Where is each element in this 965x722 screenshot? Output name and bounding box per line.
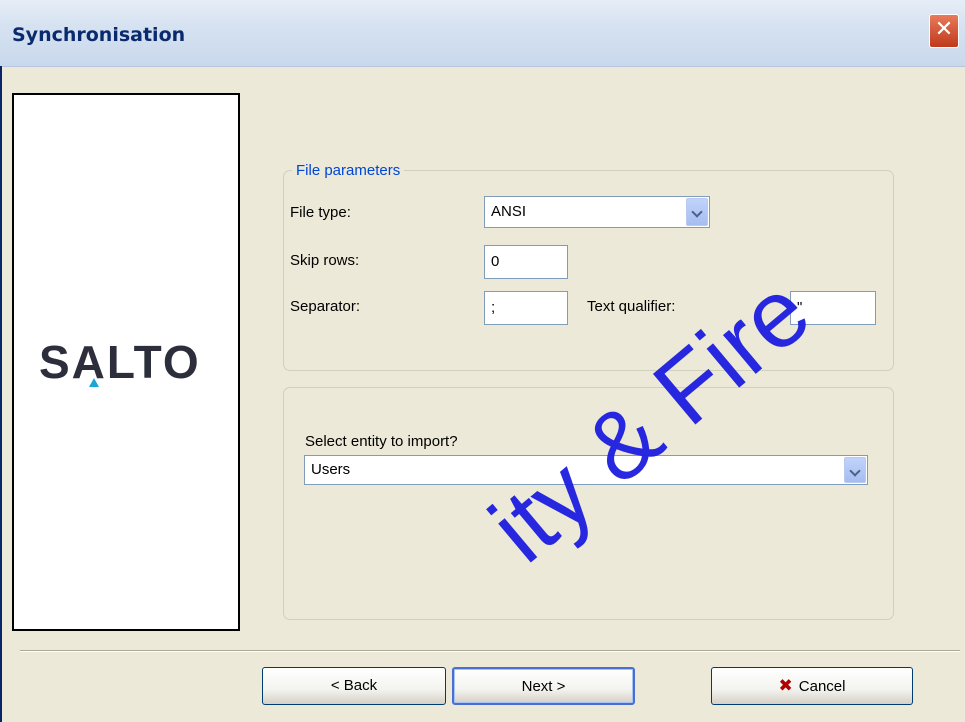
footer-divider [20, 650, 960, 652]
cancel-label: Cancel [798, 678, 846, 695]
file-parameters-legend: File parameters [292, 162, 405, 179]
logo-panel: SALTO [12, 93, 240, 631]
separator-label: Separator: [290, 298, 361, 315]
entity-prompt-label: Select entity to import? [305, 433, 458, 450]
chevron-down-icon[interactable] [844, 457, 866, 483]
text-qualifier-input[interactable]: " [790, 291, 876, 325]
separator-input[interactable]: ; [484, 291, 568, 325]
entity-group [283, 387, 894, 620]
text-qualifier-label: Text qualifier: [587, 298, 676, 315]
entity-value: Users [311, 461, 351, 478]
window-title: Synchronisation [12, 24, 186, 46]
file-type-select[interactable]: ANSI [484, 196, 710, 228]
skip-rows-input[interactable]: 0 [484, 245, 568, 279]
chevron-down-icon[interactable] [686, 198, 708, 226]
close-button[interactable]: ✕ [929, 14, 959, 48]
salto-logo: SALTO [39, 336, 201, 388]
next-button[interactable]: Next > [452, 667, 635, 705]
cancel-x-icon: ✖ [778, 676, 793, 695]
file-type-value: ANSI [491, 203, 527, 220]
back-button[interactable]: < Back [262, 667, 446, 705]
window-border [0, 66, 2, 722]
logo-accent-icon [89, 378, 99, 387]
skip-rows-label: Skip rows: [290, 252, 360, 269]
file-type-label: File type: [290, 204, 351, 221]
cancel-button[interactable]: ✖ Cancel [711, 667, 913, 705]
title-bar: Synchronisation ✕ [0, 0, 965, 67]
entity-select[interactable]: Users [304, 455, 868, 485]
